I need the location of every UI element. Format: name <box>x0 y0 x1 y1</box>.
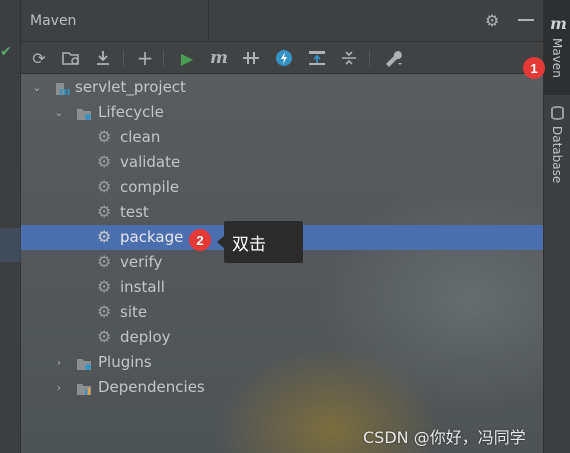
lifecycle-goal[interactable]: ⚙ deploy <box>21 325 543 350</box>
dependencies-folder-icon <box>76 380 92 396</box>
tree-node-dependencies[interactable]: › Dependencies <box>21 375 543 400</box>
gutter-selection <box>0 228 21 262</box>
goal-label: deploy <box>120 328 171 346</box>
generate-sources-icon[interactable] <box>59 46 83 70</box>
maven-project-tree: ⌄ m servlet_project ⌄ Lifecycle ⚙ clean … <box>21 75 543 453</box>
download-icon[interactable] <box>91 46 115 70</box>
collapse-all-icon[interactable] <box>337 46 361 70</box>
lifecycle-goal[interactable]: ⚙ clean <box>21 125 543 150</box>
chevron-right-icon[interactable]: › <box>53 375 65 400</box>
gear-icon: ⚙ <box>97 202 112 221</box>
plugins-folder-icon <box>76 355 92 371</box>
reload-icon[interactable]: ⟳ <box>27 46 51 70</box>
panel-title: Maven <box>30 13 77 29</box>
gear-icon: ⚙ <box>97 152 112 171</box>
goal-label: compile <box>120 178 180 196</box>
chevron-right-icon[interactable]: › <box>53 350 65 375</box>
goal-label: package <box>120 228 184 246</box>
lifecycle-goal[interactable]: ⚙ validate <box>21 150 543 175</box>
execute-goal-icon[interactable]: m <box>207 46 231 70</box>
watermark: CSDN @你好，冯同学 <box>363 428 526 447</box>
double-click-tooltip: 双击 <box>217 221 303 263</box>
check-icon: ✔ <box>0 44 12 60</box>
gear-icon: ⚙ <box>97 227 112 246</box>
lifecycle-label: Lifecycle <box>98 103 164 121</box>
plugins-label: Plugins <box>98 353 152 371</box>
minimize-icon[interactable] <box>518 19 534 21</box>
tree-node-plugins[interactable]: › Plugins <box>21 350 543 375</box>
project-label: servlet_project <box>75 78 186 96</box>
maven-tab-label: Maven <box>550 38 564 78</box>
gear-icon: ⚙ <box>97 127 112 146</box>
tree-node-lifecycle[interactable]: ⌄ Lifecycle <box>21 100 543 125</box>
show-dependencies-icon[interactable] <box>305 46 329 70</box>
chevron-down-icon[interactable]: ⌄ <box>31 75 43 100</box>
database-icon <box>551 106 564 120</box>
gear-icon: ⚙ <box>97 177 112 196</box>
lifecycle-goal[interactable]: ⚙ install <box>21 275 543 300</box>
dependencies-label: Dependencies <box>98 378 205 396</box>
tree-node-project[interactable]: ⌄ m servlet_project <box>21 75 543 100</box>
database-tab-label[interactable]: Database <box>550 126 564 183</box>
gear-icon: ⚙ <box>97 327 112 346</box>
left-gutter: ✔ <box>0 0 21 453</box>
chevron-down-icon[interactable]: ⌄ <box>53 100 65 125</box>
step-badge-2: 2 <box>189 229 211 251</box>
goal-label: test <box>120 203 149 221</box>
goal-label: verify <box>120 253 163 271</box>
gear-icon: ⚙ <box>97 252 112 271</box>
maven-toolbar: ⟳ + ▶ m <box>21 42 543 74</box>
lifecycle-folder-icon <box>76 105 92 121</box>
gear-icon[interactable]: ⚙ <box>485 11 499 30</box>
header-divider <box>208 0 209 42</box>
lifecycle-goal[interactable]: ⚙ site <box>21 300 543 325</box>
maven-logo-icon: m <box>550 14 567 33</box>
right-tool-strip: m Maven Database <box>543 0 570 453</box>
toolbar-separator <box>163 50 164 66</box>
maven-side-tab[interactable]: m Maven <box>544 0 570 95</box>
goal-label: clean <box>120 128 161 146</box>
maven-panel-header: Maven ⚙ <box>21 0 543 42</box>
goal-label: validate <box>120 153 181 171</box>
skip-tests-icon[interactable] <box>272 46 296 70</box>
gear-icon: ⚙ <box>97 277 112 296</box>
goal-label: site <box>120 303 148 321</box>
toolbar-separator <box>369 50 370 66</box>
toggle-offline-icon[interactable] <box>239 46 263 70</box>
maven-project-icon: m <box>55 80 71 98</box>
goal-label: install <box>120 278 165 296</box>
step-badge-1: 1 <box>523 57 545 79</box>
lifecycle-goal[interactable]: ⚙ compile <box>21 175 543 200</box>
run-icon[interactable]: ▶ <box>175 46 199 70</box>
settings-wrench-icon[interactable] <box>381 46 405 70</box>
tooltip-text: 双击 <box>232 234 266 255</box>
add-icon[interactable]: + <box>133 46 157 70</box>
svg-text:m: m <box>59 85 71 97</box>
toolbar-separator <box>123 50 124 66</box>
gear-icon: ⚙ <box>97 302 112 321</box>
